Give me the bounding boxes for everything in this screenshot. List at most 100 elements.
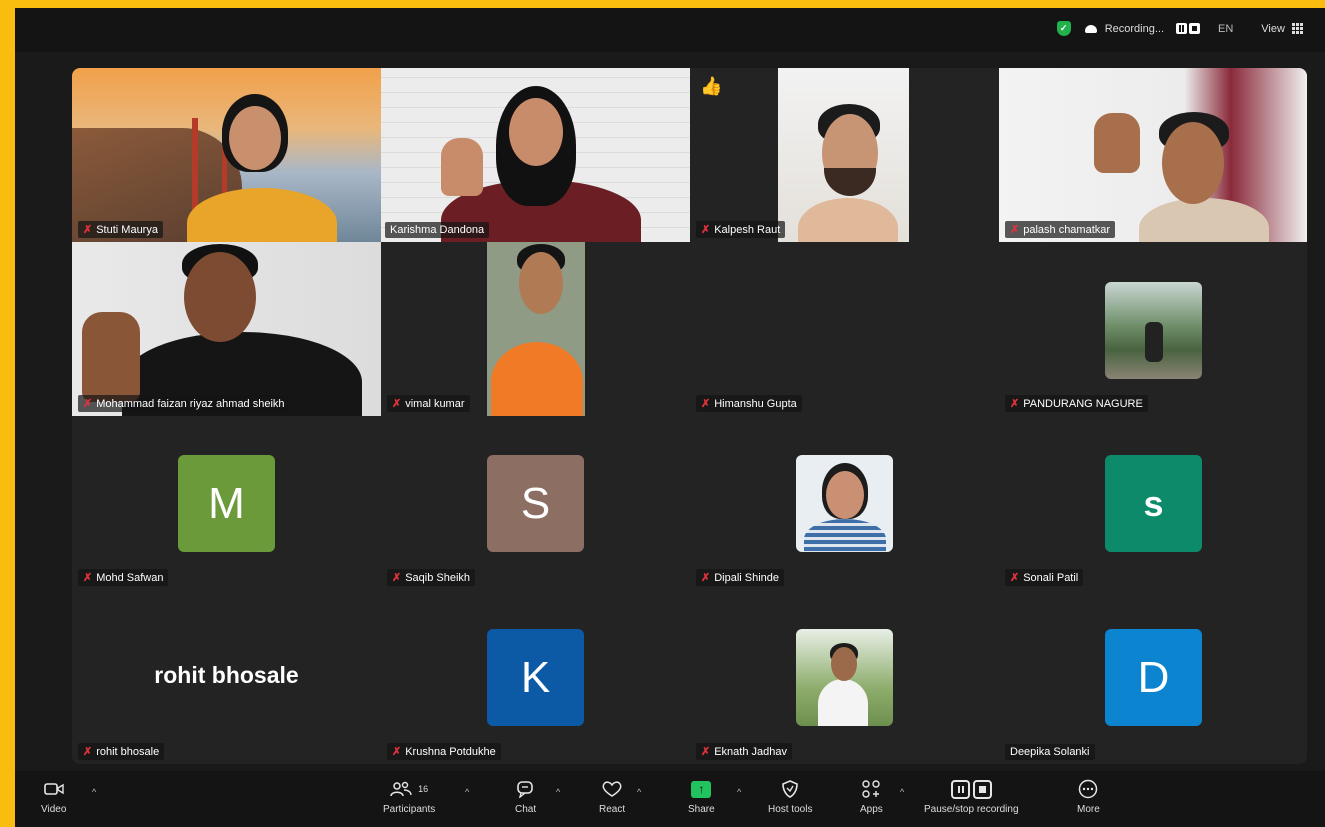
thumbs-up-reaction-icon: 👍: [700, 76, 723, 96]
apps-icon: [861, 777, 881, 801]
participant-name: Krushna Potdukhe: [405, 745, 496, 758]
pause-stop-recording-button[interactable]: Pause/stop recording: [924, 777, 1019, 815]
participant-tile[interactable]: D Deepika Solanki: [999, 590, 1307, 764]
video-tile[interactable]: ✗ Stuti Maurya: [72, 68, 381, 242]
participant-name: Mohd Safwan: [96, 571, 164, 584]
apps-button[interactable]: Apps: [860, 777, 883, 815]
participant-name: vimal kumar: [405, 397, 465, 410]
participant-tile[interactable]: ✗ Himanshu Gupta: [690, 242, 999, 416]
participant-name: Dipali Shinde: [714, 571, 780, 584]
profile-photo: [796, 455, 893, 552]
participant-tile[interactable]: ✗ Eknath Jadhav: [690, 590, 999, 764]
profile-photo: [1105, 282, 1202, 379]
participant-tile[interactable]: S ✗ Saqib Sheikh: [381, 416, 690, 590]
zoom-meeting-window: ✓ Recording... EN View ✗ Stuti Maurya Ka…: [15, 8, 1325, 827]
chat-icon: [516, 777, 536, 801]
muted-mic-icon: ✗: [701, 224, 711, 236]
share-button[interactable]: ↑ Share: [688, 777, 715, 815]
meeting-toolbar: Video ^ 16 Participants ^ Chat ^ React ^: [15, 771, 1325, 827]
muted-mic-icon: ✗: [392, 398, 402, 410]
muted-mic-icon: ✗: [1010, 572, 1020, 584]
participants-button[interactable]: 16 Participants: [383, 777, 435, 815]
participant-display-name: rohit bhosale: [154, 662, 299, 688]
chat-button[interactable]: Chat: [515, 777, 536, 815]
language-interpretation[interactable]: EN: [1218, 23, 1233, 35]
video-tile[interactable]: 👍 ✗ Kalpesh Raut: [690, 68, 999, 242]
participant-name: Saqib Sheikh: [405, 571, 471, 584]
participants-label: Participants: [383, 804, 436, 815]
shield-icon: [782, 777, 799, 801]
avatar-initial: s: [1105, 455, 1202, 552]
participant-name: Karishma Dandona: [390, 224, 485, 236]
more-button[interactable]: More: [1077, 777, 1100, 815]
participant-name: rohit bhosale: [96, 745, 160, 758]
recording-status: Recording...: [1104, 22, 1164, 35]
participant-tile[interactable]: M ✗ Mohd Safwan: [72, 416, 381, 590]
participant-name: Stuti Maurya: [96, 223, 158, 236]
video-options-caret-icon[interactable]: ^: [92, 787, 96, 797]
more-icon: [1078, 777, 1098, 801]
participant-name: Sonali Patil: [1023, 571, 1079, 584]
pause-stop-recording-icon: [950, 779, 992, 799]
pause-stop-label: Pause/stop recording: [924, 804, 1019, 815]
video-tile[interactable]: ✗ Mohammad faizan riyaz ahmad sheikh: [72, 242, 381, 416]
participant-tile[interactable]: K ✗ Krushna Potdukhe: [381, 590, 690, 764]
muted-mic-icon: ✗: [701, 746, 711, 758]
participant-tile[interactable]: ✗ PANDURANG NAGURE: [999, 242, 1307, 416]
apps-label: Apps: [860, 804, 883, 815]
avatar-initial: K: [487, 629, 584, 726]
chat-caret-icon[interactable]: ^: [556, 787, 560, 797]
participant-name: Himanshu Gupta: [714, 397, 797, 410]
participant-name: palash chamatkar: [1023, 223, 1111, 236]
muted-mic-icon: ✗: [83, 224, 93, 236]
react-button[interactable]: React: [599, 777, 625, 815]
participants-icon: 16: [390, 777, 428, 801]
muted-mic-icon: ✗: [701, 398, 711, 410]
video-label: Video: [41, 804, 67, 815]
participants-caret-icon[interactable]: ^: [465, 787, 469, 797]
muted-mic-icon: ✗: [701, 572, 711, 584]
muted-mic-icon: ✗: [392, 746, 402, 758]
participant-tile[interactable]: rohit bhosale ✗ rohit bhosale: [72, 590, 381, 764]
muted-mic-icon: ✗: [1010, 398, 1020, 410]
muted-mic-icon: ✗: [1010, 224, 1020, 236]
view-button[interactable]: View: [1261, 23, 1303, 35]
participant-tile[interactable]: s ✗ Sonali Patil: [999, 416, 1307, 590]
apps-caret-icon[interactable]: ^: [900, 787, 904, 797]
react-caret-icon[interactable]: ^: [637, 787, 641, 797]
participant-name: Kalpesh Raut: [714, 223, 781, 236]
react-label: React: [599, 804, 626, 815]
video-camera-icon: [43, 777, 64, 801]
host-tools-button[interactable]: Host tools: [768, 777, 812, 815]
muted-mic-icon: ✗: [83, 746, 93, 758]
cloud-recording-icon: [1084, 24, 1097, 33]
participant-name: PANDURANG NAGURE: [1023, 397, 1143, 410]
host-tools-label: Host tools: [768, 804, 813, 815]
heart-react-icon: [601, 777, 623, 801]
encryption-shield-icon[interactable]: ✓: [1056, 21, 1071, 36]
video-tile[interactable]: ✗ palash chamatkar: [999, 68, 1307, 242]
video-tile[interactable]: ✗ vimal kumar: [381, 242, 690, 416]
participants-count: 16: [418, 784, 429, 794]
share-screen-icon: ↑: [691, 780, 712, 798]
share-caret-icon[interactable]: ^: [737, 787, 741, 797]
video-button[interactable]: Video: [41, 777, 66, 815]
video-tile-active-speaker[interactable]: Karishma Dandona: [381, 68, 690, 242]
muted-mic-icon: ✗: [83, 398, 93, 410]
share-label: Share: [688, 804, 715, 815]
chat-label: Chat: [515, 804, 537, 815]
grid-view-icon: [1292, 23, 1303, 35]
participant-name: Eknath Jadhav: [714, 745, 787, 758]
gallery-view: ✗ Stuti Maurya Karishma Dandona 👍 ✗ Kalpes…: [72, 68, 1307, 764]
avatar-initial: M: [178, 455, 275, 552]
stop-recording-icon[interactable]: [1189, 23, 1200, 34]
pause-recording-icon[interactable]: [1176, 23, 1187, 34]
avatar-initial: S: [487, 455, 584, 552]
view-label: View: [1261, 22, 1285, 35]
participant-name: Deepika Solanki: [1010, 746, 1090, 758]
muted-mic-icon: ✗: [83, 572, 93, 584]
profile-photo: [796, 629, 893, 726]
muted-mic-icon: ✗: [392, 572, 402, 584]
top-bar: ✓ Recording... EN View: [15, 8, 1325, 52]
participant-tile[interactable]: ✗ Dipali Shinde: [690, 416, 999, 590]
